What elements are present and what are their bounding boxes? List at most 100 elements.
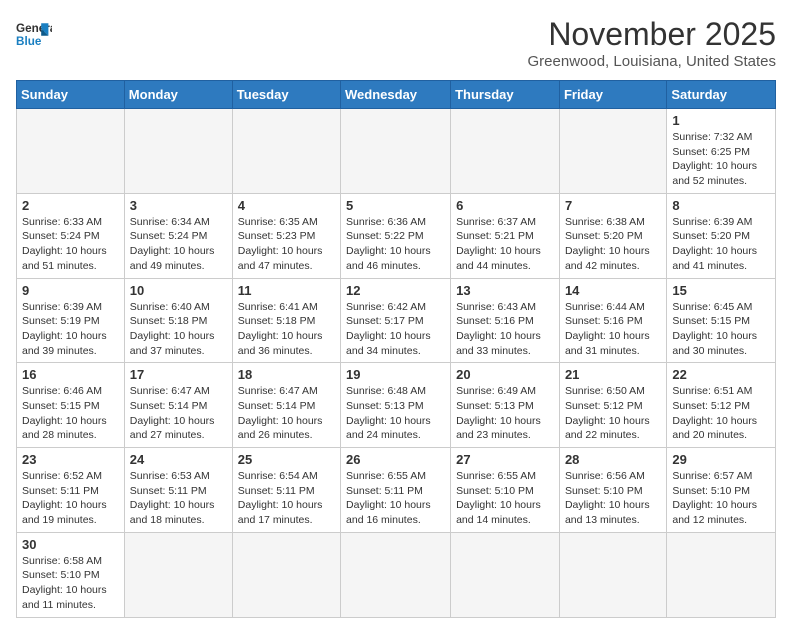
day-number: 26 [346, 452, 445, 467]
day-cell [667, 532, 776, 617]
day-number: 5 [346, 198, 445, 213]
col-header-thursday: Thursday [451, 81, 560, 109]
day-cell [341, 109, 451, 194]
day-cell: 30Sunrise: 6:58 AM Sunset: 5:10 PM Dayli… [17, 532, 125, 617]
day-number: 20 [456, 367, 554, 382]
day-number: 18 [238, 367, 335, 382]
week-row-5: 30Sunrise: 6:58 AM Sunset: 5:10 PM Dayli… [17, 532, 776, 617]
day-cell: 8 Sunrise: 6:39 AM Sunset: 5:20 PM Daylig… [667, 193, 776, 278]
col-header-saturday: Saturday [667, 81, 776, 109]
day-cell: 14 Sunrise: 6:44 AM Sunset: 5:16 PM Dayli… [559, 278, 666, 363]
day-cell: 18Sunrise: 6:47 AM Sunset: 5:14 PM Dayli… [232, 363, 340, 448]
day-cell: 19 Sunrise: 6:48 AM Sunset: 5:13 PM Dayli… [341, 363, 451, 448]
day-info: Sunrise: 6:39 AM Sunset: 5:19 PM Dayligh… [22, 300, 119, 359]
day-info: Sunrise: 6:36 AM Sunset: 5:22 PM Dayligh… [346, 215, 445, 274]
day-info: Sunrise: 6:50 AM Sunset: 5:12 PM Dayligh… [565, 384, 661, 443]
day-cell [451, 532, 560, 617]
week-row-3: 16 Sunrise: 6:46 AM Sunset: 5:15 PM Dayli… [17, 363, 776, 448]
col-header-sunday: Sunday [17, 81, 125, 109]
day-cell: 29Sunrise: 6:57 AM Sunset: 5:10 PM Dayli… [667, 448, 776, 533]
day-cell: 6Sunrise: 6:37 AM Sunset: 5:21 PM Daylig… [451, 193, 560, 278]
day-cell: 12 Sunrise: 6:42 AM Sunset: 5:17 PM Dayli… [341, 278, 451, 363]
day-number: 6 [456, 198, 554, 213]
day-cell [232, 532, 340, 617]
col-header-tuesday: Tuesday [232, 81, 340, 109]
col-header-friday: Friday [559, 81, 666, 109]
day-cell: 10 Sunrise: 6:40 AM Sunset: 5:18 PM Dayli… [124, 278, 232, 363]
col-header-monday: Monday [124, 81, 232, 109]
day-info: Sunrise: 6:40 AM Sunset: 5:18 PM Dayligh… [130, 300, 227, 359]
day-number: 19 [346, 367, 445, 382]
week-row-2: 9 Sunrise: 6:39 AM Sunset: 5:19 PM Daylig… [17, 278, 776, 363]
day-cell [17, 109, 125, 194]
day-number: 8 [672, 198, 770, 213]
day-info: Sunrise: 7:32 AM Sunset: 6:25 PM Dayligh… [672, 130, 770, 189]
day-cell: 3Sunrise: 6:34 AM Sunset: 5:24 PM Daylig… [124, 193, 232, 278]
day-cell [451, 109, 560, 194]
day-cell: 2 Sunrise: 6:33 AM Sunset: 5:24 PM Daylig… [17, 193, 125, 278]
day-number: 11 [238, 283, 335, 298]
day-cell: 16 Sunrise: 6:46 AM Sunset: 5:15 PM Dayli… [17, 363, 125, 448]
day-number: 27 [456, 452, 554, 467]
day-cell [124, 109, 232, 194]
day-cell: 1 Sunrise: 7:32 AM Sunset: 6:25 PM Daylig… [667, 109, 776, 194]
calendar-subtitle: Greenwood, Louisiana, United States [528, 53, 777, 70]
day-info: Sunrise: 6:51 AM Sunset: 5:12 PM Dayligh… [672, 384, 770, 443]
day-info: Sunrise: 6:57 AM Sunset: 5:10 PM Dayligh… [672, 469, 770, 528]
day-cell: 28Sunrise: 6:56 AM Sunset: 5:10 PM Dayli… [559, 448, 666, 533]
day-number: 25 [238, 452, 335, 467]
day-info: Sunrise: 6:44 AM Sunset: 5:16 PM Dayligh… [565, 300, 661, 359]
day-cell: 9 Sunrise: 6:39 AM Sunset: 5:19 PM Daylig… [17, 278, 125, 363]
calendar-title: November 2025 [528, 16, 777, 53]
header: General Blue November 2025 Greenwood, Lo… [16, 16, 776, 70]
day-cell [232, 109, 340, 194]
day-info: Sunrise: 6:47 AM Sunset: 5:14 PM Dayligh… [130, 384, 227, 443]
day-info: Sunrise: 6:55 AM Sunset: 5:11 PM Dayligh… [346, 469, 445, 528]
day-info: Sunrise: 6:43 AM Sunset: 5:16 PM Dayligh… [456, 300, 554, 359]
col-header-wednesday: Wednesday [341, 81, 451, 109]
week-row-0: 1 Sunrise: 7:32 AM Sunset: 6:25 PM Daylig… [17, 109, 776, 194]
day-number: 9 [22, 283, 119, 298]
day-info: Sunrise: 6:48 AM Sunset: 5:13 PM Dayligh… [346, 384, 445, 443]
svg-text:Blue: Blue [16, 35, 42, 48]
day-cell: 4Sunrise: 6:35 AM Sunset: 5:23 PM Daylig… [232, 193, 340, 278]
day-number: 1 [672, 113, 770, 128]
day-info: Sunrise: 6:39 AM Sunset: 5:20 PM Dayligh… [672, 215, 770, 274]
day-cell: 20 Sunrise: 6:49 AM Sunset: 5:13 PM Dayli… [451, 363, 560, 448]
day-info: Sunrise: 6:45 AM Sunset: 5:15 PM Dayligh… [672, 300, 770, 359]
day-cell [559, 109, 666, 194]
day-number: 13 [456, 283, 554, 298]
day-info: Sunrise: 6:55 AM Sunset: 5:10 PM Dayligh… [456, 469, 554, 528]
day-info: Sunrise: 6:56 AM Sunset: 5:10 PM Dayligh… [565, 469, 661, 528]
day-cell: 13 Sunrise: 6:43 AM Sunset: 5:16 PM Dayli… [451, 278, 560, 363]
day-number: 24 [130, 452, 227, 467]
header-row: SundayMondayTuesdayWednesdayThursdayFrid… [17, 81, 776, 109]
day-cell: 23Sunrise: 6:52 AM Sunset: 5:11 PM Dayli… [17, 448, 125, 533]
calendar-table: SundayMondayTuesdayWednesdayThursdayFrid… [16, 80, 776, 618]
day-info: Sunrise: 6:42 AM Sunset: 5:17 PM Dayligh… [346, 300, 445, 359]
day-cell [341, 532, 451, 617]
day-info: Sunrise: 6:34 AM Sunset: 5:24 PM Dayligh… [130, 215, 227, 274]
day-cell: 22 Sunrise: 6:51 AM Sunset: 5:12 PM Dayli… [667, 363, 776, 448]
day-number: 10 [130, 283, 227, 298]
day-info: Sunrise: 6:49 AM Sunset: 5:13 PM Dayligh… [456, 384, 554, 443]
day-cell: 17 Sunrise: 6:47 AM Sunset: 5:14 PM Dayli… [124, 363, 232, 448]
day-number: 14 [565, 283, 661, 298]
day-info: Sunrise: 6:52 AM Sunset: 5:11 PM Dayligh… [22, 469, 119, 528]
day-cell [124, 532, 232, 617]
week-row-4: 23Sunrise: 6:52 AM Sunset: 5:11 PM Dayli… [17, 448, 776, 533]
day-number: 21 [565, 367, 661, 382]
day-number: 16 [22, 367, 119, 382]
day-cell: 24Sunrise: 6:53 AM Sunset: 5:11 PM Dayli… [124, 448, 232, 533]
day-cell: 15Sunrise: 6:45 AM Sunset: 5:15 PM Dayli… [667, 278, 776, 363]
day-number: 22 [672, 367, 770, 382]
day-number: 4 [238, 198, 335, 213]
day-number: 2 [22, 198, 119, 213]
day-number: 17 [130, 367, 227, 382]
day-number: 12 [346, 283, 445, 298]
day-info: Sunrise: 6:33 AM Sunset: 5:24 PM Dayligh… [22, 215, 119, 274]
day-number: 7 [565, 198, 661, 213]
day-info: Sunrise: 6:46 AM Sunset: 5:15 PM Dayligh… [22, 384, 119, 443]
week-row-1: 2 Sunrise: 6:33 AM Sunset: 5:24 PM Daylig… [17, 193, 776, 278]
day-info: Sunrise: 6:41 AM Sunset: 5:18 PM Dayligh… [238, 300, 335, 359]
